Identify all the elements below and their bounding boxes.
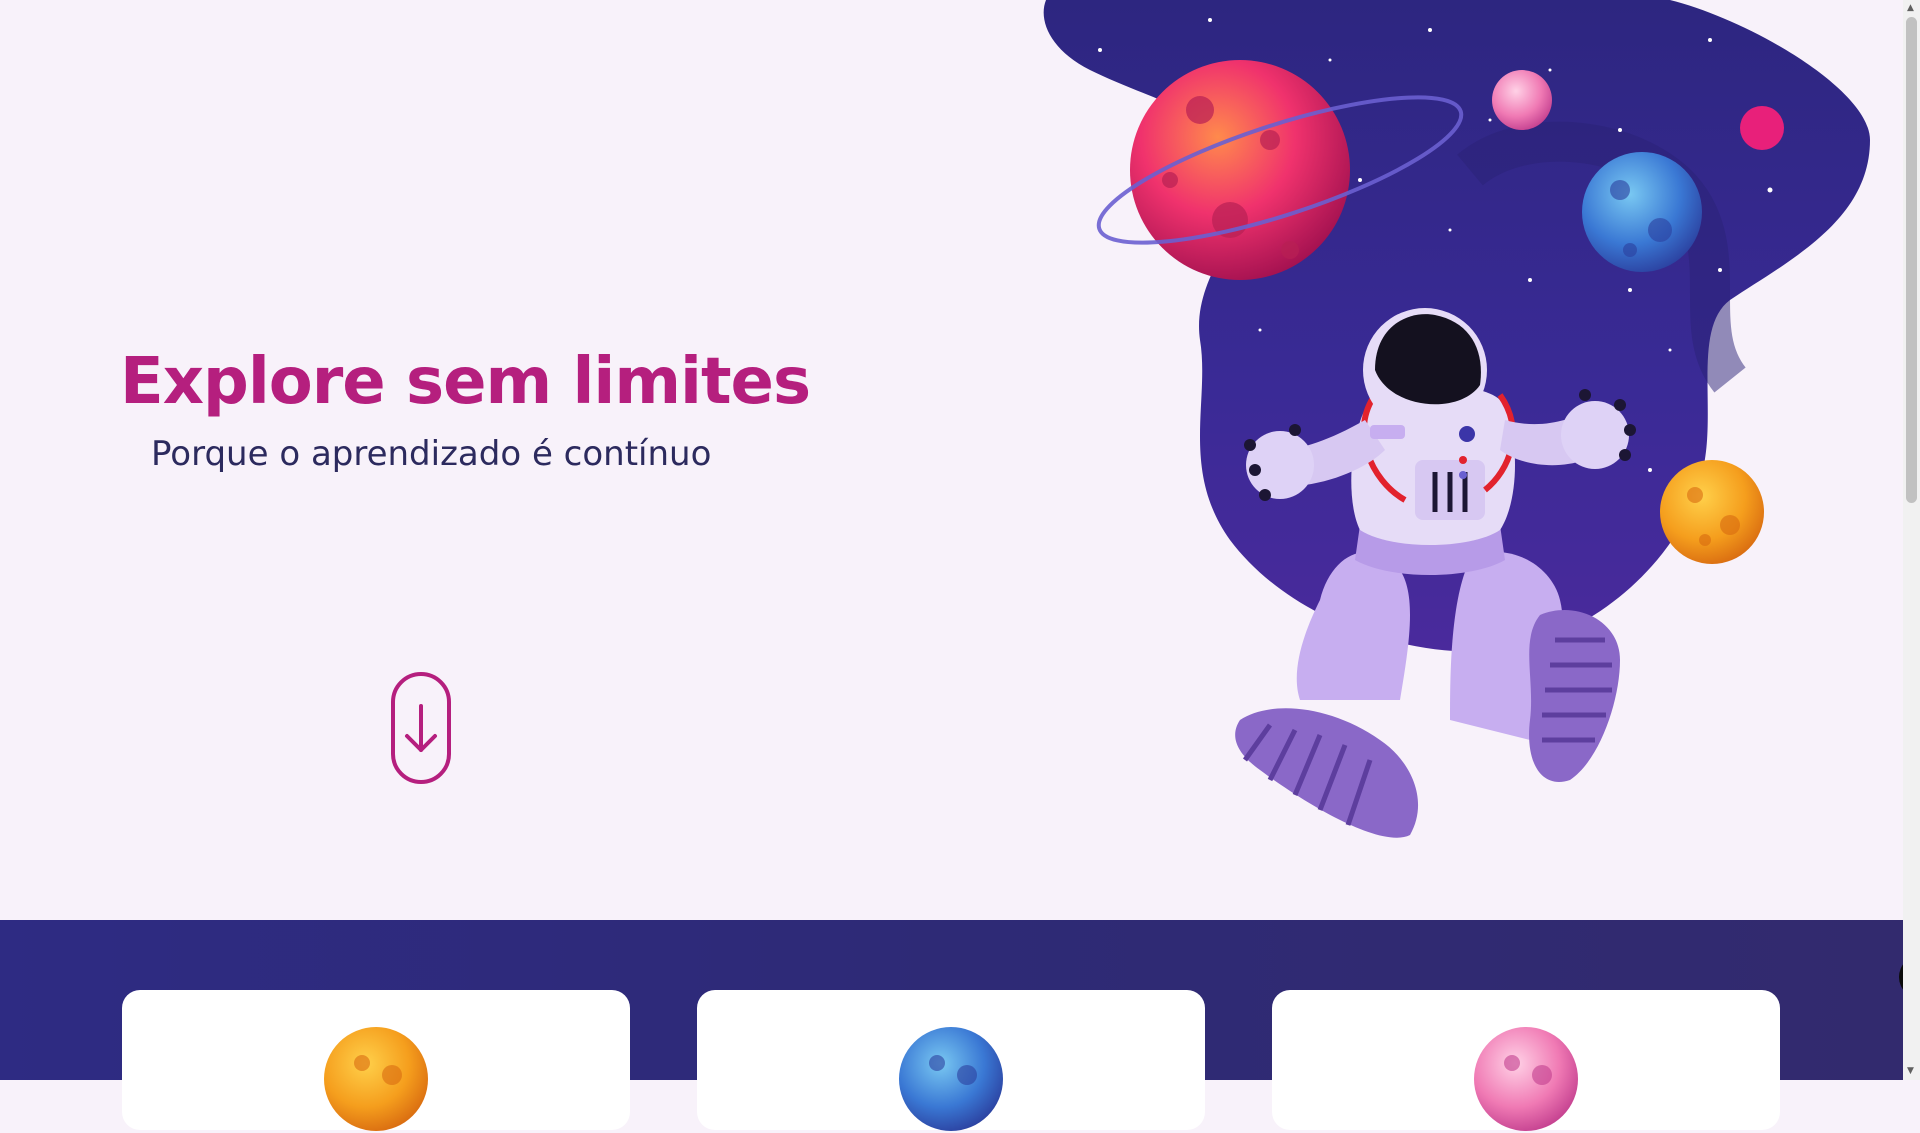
- scroll-up-arrow-icon[interactable]: ▲: [1907, 3, 1914, 13]
- feature-card[interactable]: [122, 990, 630, 1131]
- hero-subtitle: Porque o aprendizado é contínuo: [151, 434, 712, 474]
- scroll-down-arrow-icon[interactable]: ▼: [1907, 1066, 1914, 1076]
- page-scrollbar[interactable]: ▲ ▼: [1903, 0, 1920, 1080]
- astronaut-illustration: [1043, 0, 1870, 838]
- orange-planet-icon: [324, 1027, 428, 1131]
- scrollbar-thumb[interactable]: [1906, 17, 1917, 503]
- hero-section: Explore sem limites Porque o aprendizado…: [0, 0, 1903, 920]
- pink-planet-icon: [1474, 1027, 1578, 1131]
- hero-title: Explore sem limites: [120, 345, 811, 419]
- blue-planet-icon: [899, 1027, 1003, 1131]
- feature-card[interactable]: [697, 990, 1205, 1131]
- arrow-down-icon: [405, 704, 437, 752]
- scroll-down-button[interactable]: [391, 672, 451, 784]
- feature-card[interactable]: [1272, 990, 1780, 1131]
